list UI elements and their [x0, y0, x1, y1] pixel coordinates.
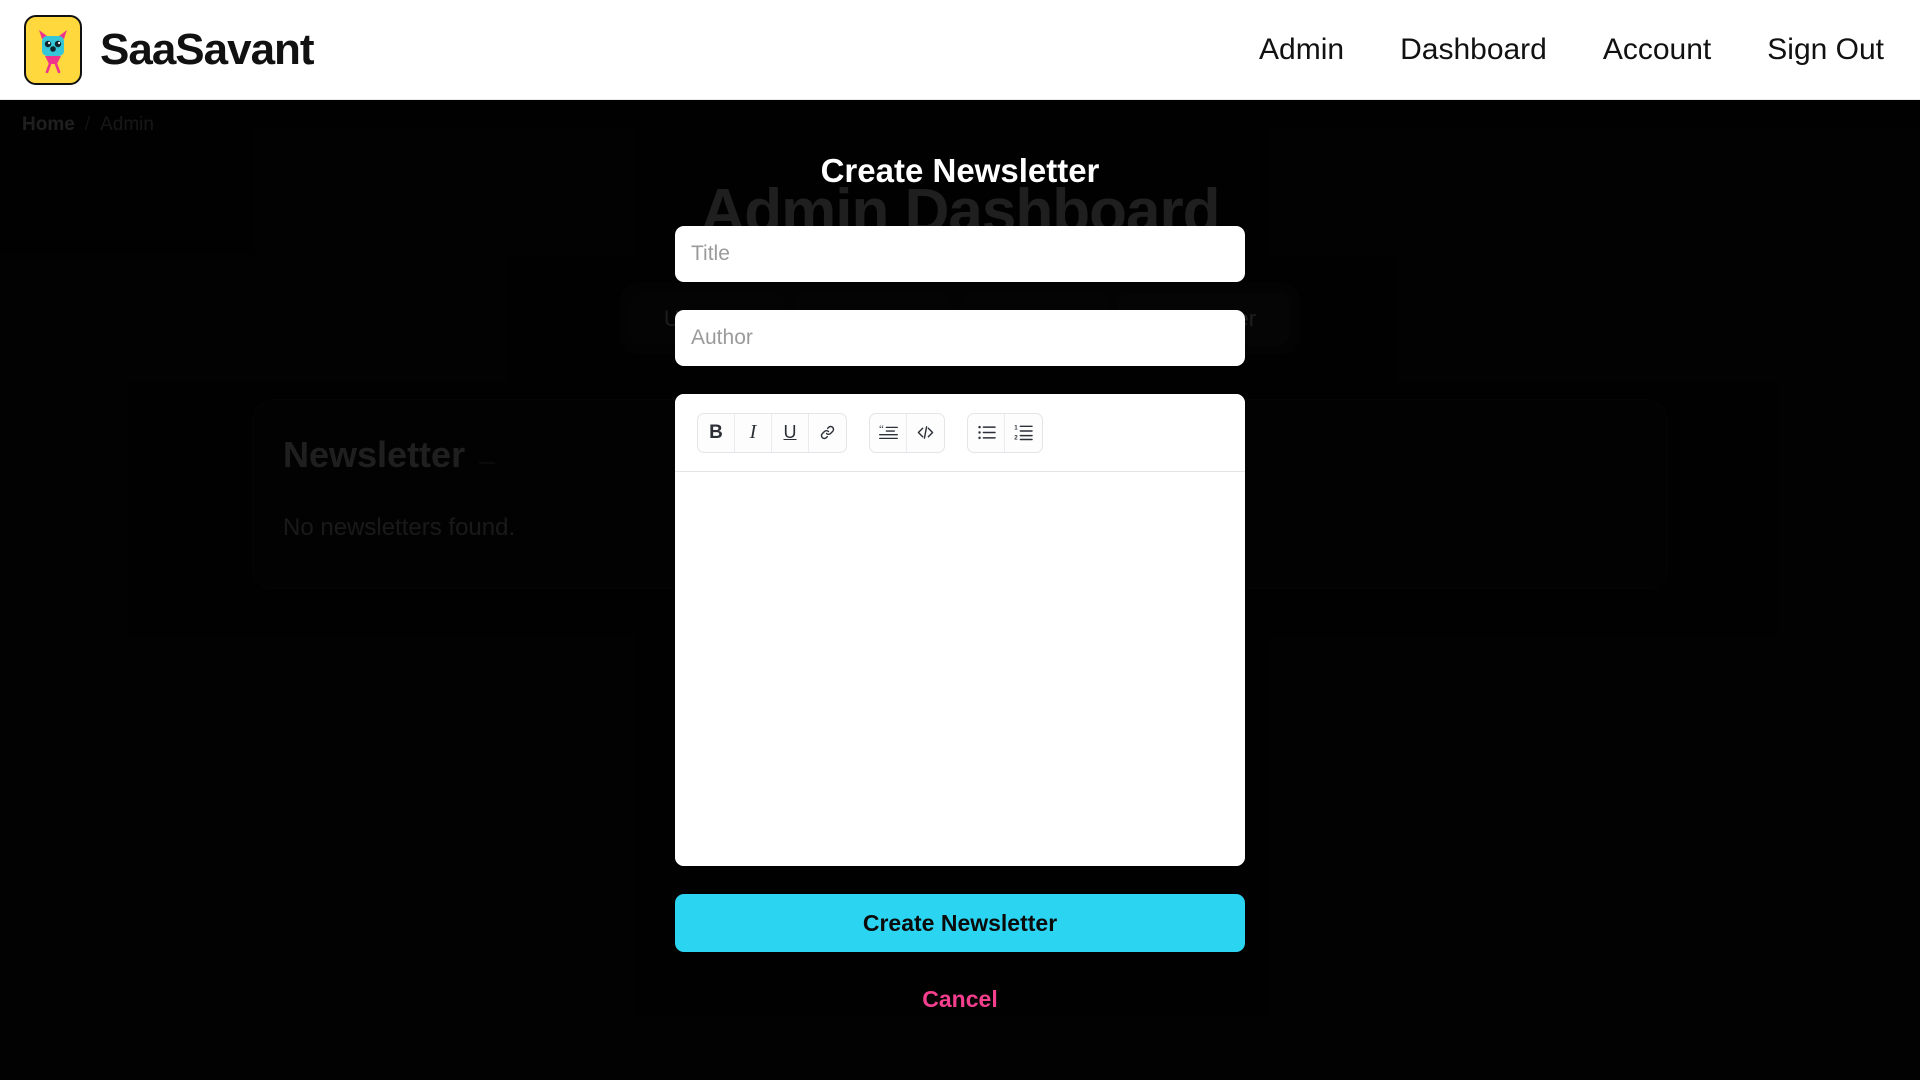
title-input[interactable]: [675, 226, 1245, 282]
ordered-list-icon[interactable]: 1 2: [1005, 414, 1042, 452]
brand-name: SaaSavant: [100, 24, 315, 74]
code-icon[interactable]: [907, 414, 944, 452]
bullet-list-icon[interactable]: [968, 413, 1005, 452]
nav-link-admin[interactable]: Admin: [1259, 33, 1344, 67]
toolbar-group-lists: 1 2: [967, 412, 1043, 453]
svg-text:2: 2: [1014, 434, 1018, 441]
editor-content-area[interactable]: [675, 472, 1245, 866]
create-newsletter-button[interactable]: Create Newsletter: [675, 894, 1245, 952]
top-navbar: SaaSavant Admin Dashboard Account Sign O…: [0, 0, 1920, 100]
nav-link-sign-out[interactable]: Sign Out: [1767, 33, 1884, 67]
modal-title: Create Newsletter: [820, 152, 1100, 189]
svg-text:“: “: [879, 424, 884, 436]
link-icon[interactable]: [809, 414, 846, 452]
rich-text-editor: B I U “ 1 2: [675, 394, 1245, 866]
nav-link-account[interactable]: Account: [1603, 33, 1711, 67]
svg-text:1: 1: [1014, 424, 1018, 431]
page-root: SaaSavant Admin Dashboard Account Sign O…: [0, 0, 1920, 1080]
author-input[interactable]: [675, 310, 1245, 366]
brand-logo-link[interactable]: SaaSavant: [24, 14, 315, 85]
underline-icon[interactable]: U: [772, 413, 809, 452]
monster-mascot-icon: [24, 14, 82, 85]
bold-icon[interactable]: B: [698, 413, 735, 452]
create-newsletter-modal: Create Newsletter B I U: [675, 152, 1245, 1024]
primary-nav: Admin Dashboard Account Sign Out: [1259, 33, 1884, 67]
blockquote-icon[interactable]: “: [870, 413, 907, 452]
cancel-button[interactable]: Cancel: [675, 974, 1245, 1024]
editor-toolbar: B I U “ 1 2: [675, 394, 1245, 472]
italic-icon[interactable]: I: [735, 413, 772, 452]
toolbar-group-blocks: “: [869, 412, 945, 453]
nav-link-dashboard[interactable]: Dashboard: [1400, 33, 1547, 67]
toolbar-group-formatting: B I U: [697, 412, 847, 453]
